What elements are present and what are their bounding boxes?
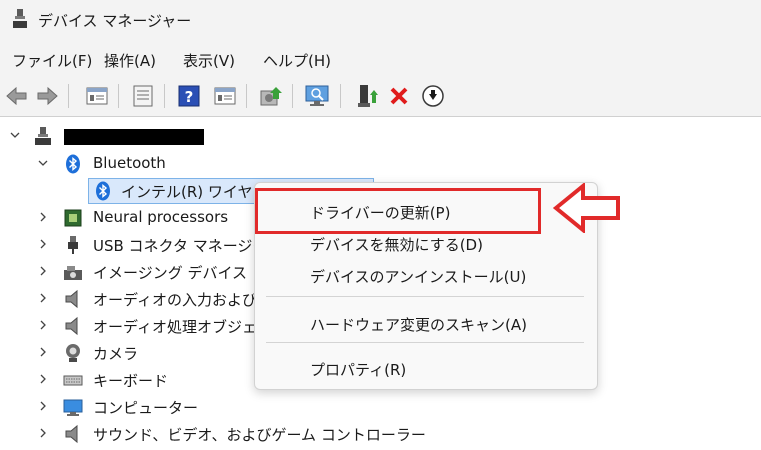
speaker-icon bbox=[65, 316, 78, 336]
list-view-icon[interactable] bbox=[130, 83, 156, 109]
update-driver-icon[interactable] bbox=[258, 83, 284, 109]
monitor-icon bbox=[63, 399, 83, 416]
tree-label: キーボード bbox=[93, 372, 169, 390]
chevron-right-icon[interactable] bbox=[38, 212, 48, 222]
tree-category-sound-video-game[interactable]: サウンド、ビデオ、およびゲーム コントローラー bbox=[0, 420, 761, 447]
chevron-right-icon[interactable] bbox=[38, 320, 48, 330]
left-arrow-annotation-icon bbox=[553, 183, 620, 233]
chevron-down-icon[interactable] bbox=[38, 158, 48, 168]
menu-view[interactable]: 表示(V) bbox=[183, 50, 235, 71]
tree-label: USB コネクタ マネージャ bbox=[93, 237, 267, 255]
chevron-down-icon[interactable] bbox=[10, 130, 20, 140]
toolbar-separator bbox=[68, 84, 69, 108]
computer-root-icon bbox=[35, 127, 51, 145]
menu-separator bbox=[266, 342, 584, 343]
uninstall-x-icon[interactable] bbox=[386, 83, 412, 109]
toolbar-separator bbox=[246, 84, 247, 108]
forward-arrow-icon[interactable] bbox=[34, 83, 60, 109]
tree-label: サウンド、ビデオ、およびゲーム コントローラー bbox=[93, 426, 426, 444]
window-title: デバイス マネージャー bbox=[38, 12, 192, 30]
tree-root[interactable] bbox=[0, 122, 761, 149]
keyboard-icon bbox=[63, 375, 83, 386]
scanner-camera-icon bbox=[64, 266, 82, 280]
tree-category-computer[interactable]: コンピューター bbox=[0, 393, 761, 420]
webcam-icon bbox=[66, 344, 80, 362]
menu-help[interactable]: ヘルプ(H) bbox=[263, 50, 331, 71]
chevron-right-icon[interactable] bbox=[38, 239, 48, 249]
toolbar-separator bbox=[164, 84, 165, 108]
toolbar-separator bbox=[340, 84, 341, 108]
toolbar-separator bbox=[292, 84, 293, 108]
menu-file[interactable]: ファイル(F) bbox=[12, 50, 92, 71]
svg-text:?: ? bbox=[185, 88, 194, 106]
speaker-icon bbox=[65, 289, 78, 309]
tree-label-bluetooth: Bluetooth bbox=[93, 154, 166, 172]
menu-bar: ファイル(F) 操作(A) 表示(V) ヘルプ(H) bbox=[0, 42, 761, 76]
chevron-right-icon[interactable] bbox=[38, 347, 48, 357]
highlight-box bbox=[255, 188, 541, 234]
tree-label-intel-wireless: インテル(R) ワイヤレ bbox=[121, 183, 268, 201]
download-circle-icon[interactable] bbox=[420, 83, 446, 109]
back-arrow-icon[interactable] bbox=[4, 83, 30, 109]
tree-category-bluetooth[interactable]: Bluetooth bbox=[0, 150, 761, 177]
tree-label: イメージング デバイス bbox=[93, 264, 248, 282]
usb-plug-icon bbox=[68, 236, 78, 254]
bluetooth-icon bbox=[96, 181, 110, 201]
toolbar: ? bbox=[0, 76, 761, 117]
tree-label: オーディオ処理オブジェク bbox=[93, 318, 272, 336]
enable-device-icon[interactable] bbox=[354, 83, 380, 109]
menu-action[interactable]: 操作(A) bbox=[104, 50, 156, 71]
tree-label: カメラ bbox=[93, 345, 139, 363]
menu-separator bbox=[266, 296, 584, 297]
help-icon[interactable]: ? bbox=[176, 83, 202, 109]
chevron-right-icon[interactable] bbox=[38, 374, 48, 384]
menu-item-properties[interactable]: プロパティ(R) bbox=[310, 359, 406, 380]
menu-item-uninstall-device[interactable]: デバイスのアンインストール(U) bbox=[310, 266, 526, 287]
detail-view-icon[interactable] bbox=[212, 83, 238, 109]
toolbar-separator bbox=[118, 84, 119, 108]
redacted-computer-name bbox=[64, 129, 204, 145]
bluetooth-icon bbox=[66, 154, 80, 174]
chip-icon bbox=[64, 209, 82, 227]
tree-label: コンピューター bbox=[93, 399, 199, 417]
scan-hardware-icon[interactable] bbox=[304, 83, 330, 109]
tree-label: オーディオの入力および出 bbox=[93, 291, 272, 309]
speaker-icon bbox=[65, 424, 78, 444]
chevron-right-icon[interactable] bbox=[38, 293, 48, 303]
device-manager-icon bbox=[13, 9, 27, 28]
tree-label: Neural processors bbox=[93, 208, 229, 226]
menu-item-disable-device[interactable]: デバイスを無効にする(D) bbox=[310, 234, 483, 255]
properties-view-icon[interactable] bbox=[84, 83, 110, 109]
chevron-right-icon[interactable] bbox=[38, 401, 48, 411]
menu-item-scan-hardware[interactable]: ハードウェア変更のスキャン(A) bbox=[310, 314, 527, 335]
title-bar: デバイス マネージャー bbox=[0, 0, 761, 42]
chevron-right-icon[interactable] bbox=[38, 428, 48, 438]
chevron-right-icon[interactable] bbox=[38, 266, 48, 276]
